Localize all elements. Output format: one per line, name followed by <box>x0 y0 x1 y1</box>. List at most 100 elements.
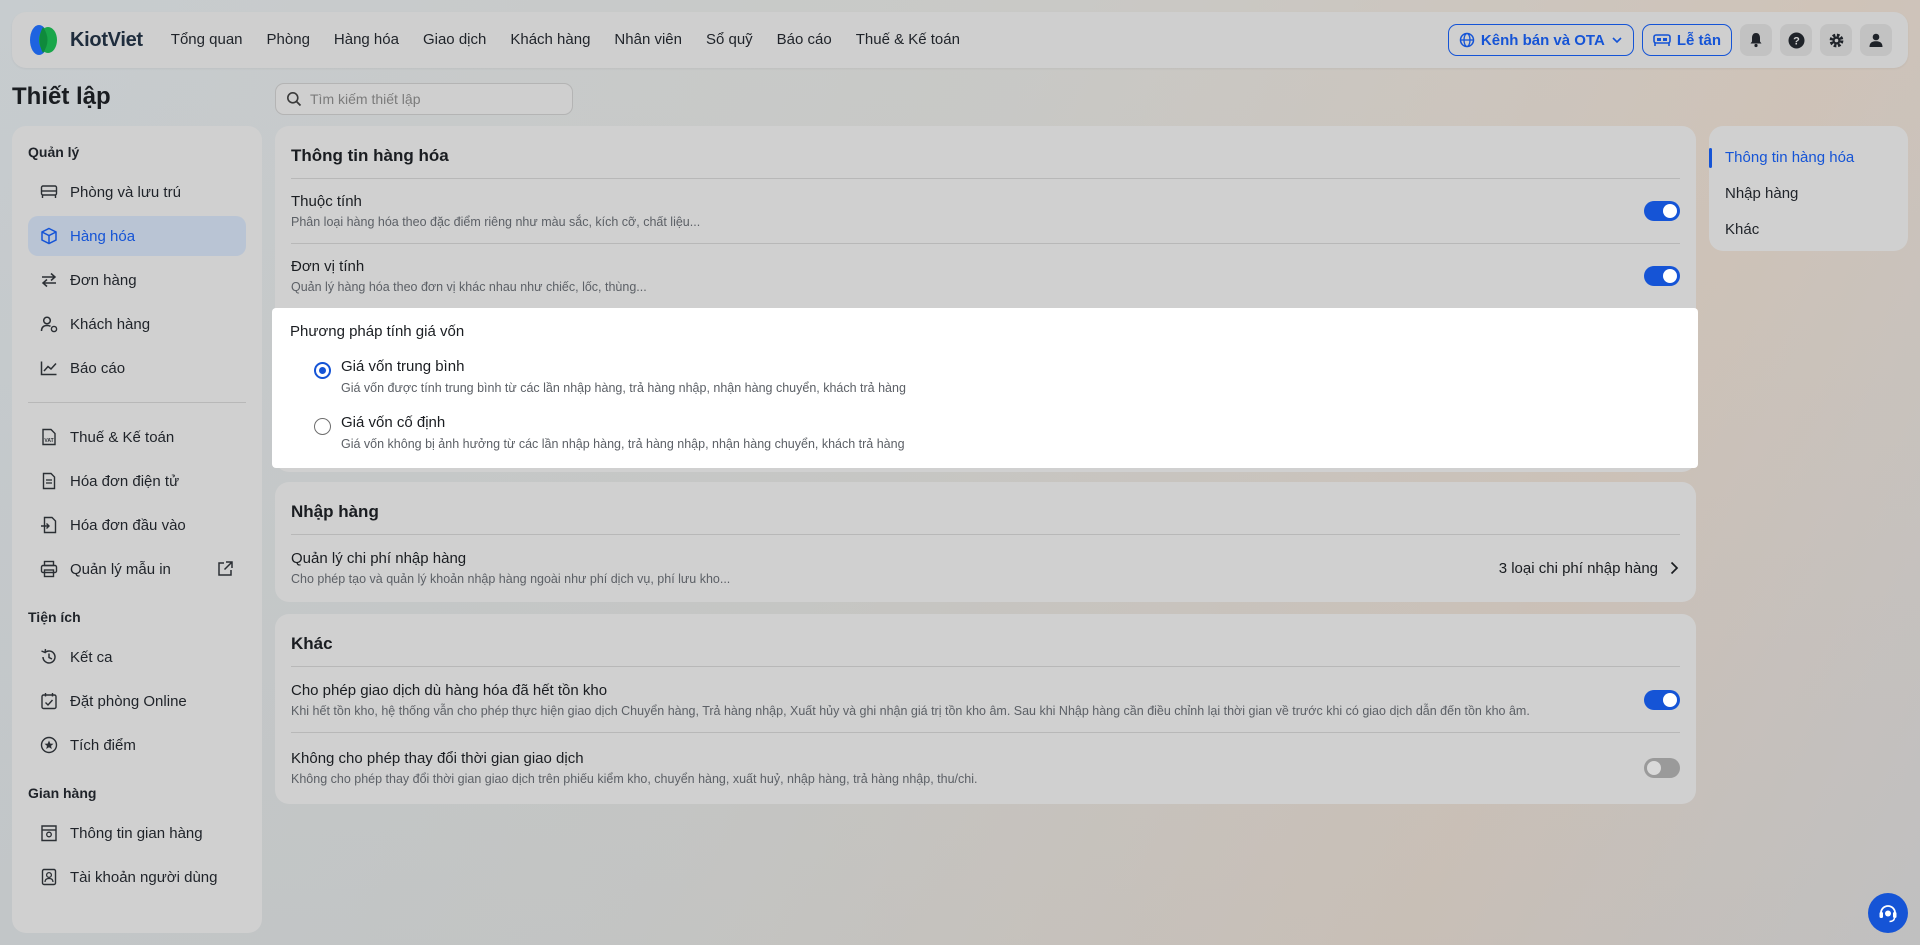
main-nav: Tổng quan Phòng Hàng hóa Giao dịch Khách… <box>159 12 972 68</box>
logo[interactable]: KiotViet <box>28 23 143 57</box>
sidebar-item-input-invoice[interactable]: Hóa đơn đầu vào <box>28 505 246 545</box>
nav-rooms[interactable]: Phòng <box>255 12 322 68</box>
lock-time-row: Không cho phép thay đổi thời gian giao d… <box>291 733 1680 802</box>
notification-button[interactable] <box>1740 24 1772 56</box>
other-card: Khác Cho phép giao dịch dù hàng hóa đã h… <box>275 614 1696 804</box>
help-button[interactable]: ? <box>1780 24 1812 56</box>
allow-oos-desc: Khi hết tồn kho, hệ thống vẫn cho phép t… <box>291 703 1530 718</box>
nav-reports[interactable]: Báo cáo <box>765 12 844 68</box>
toc-import[interactable]: Nhập hàng <box>1709 176 1908 212</box>
other-title: Khác <box>291 634 333 653</box>
nav-staff[interactable]: Nhân viên <box>602 12 694 68</box>
vat-document-icon: VAT <box>42 428 56 446</box>
support-chat-button[interactable] <box>1868 893 1908 933</box>
document-import-icon <box>41 516 57 534</box>
units-toggle[interactable] <box>1644 266 1680 286</box>
reception-button[interactable]: Lễ tân <box>1641 24 1732 56</box>
nav-goods[interactable]: Hàng hóa <box>322 12 411 68</box>
user-id-icon <box>41 868 57 886</box>
toc-other[interactable]: Khác <box>1709 212 1908 248</box>
toggle-knob <box>1647 760 1661 775</box>
units-setting-row: Đơn vị tính Quản lý hàng hóa theo đơn vị… <box>291 244 1680 308</box>
option-desc: Giá vốn được tính trung bình từ các lần … <box>341 381 906 395</box>
external-link-icon[interactable] <box>216 560 234 578</box>
sidebar-item-label: Tích điểm <box>70 736 136 754</box>
goods-info-title: Thông tin hàng hóa <box>291 146 449 165</box>
sidebar-item-shift-close[interactable]: Kết ca <box>28 637 246 677</box>
sidebar-item-label: Hóa đơn điện tử <box>70 472 180 490</box>
lock-time-desc: Không cho phép thay đổi thời gian giao d… <box>291 771 978 786</box>
sidebar-item-label: Tài khoản người dùng <box>70 868 218 886</box>
nav-cashbook[interactable]: Sổ quỹ <box>694 12 765 68</box>
sidebar-item-label: Quản lý mẫu in <box>70 560 171 578</box>
channel-ota-label: Kênh bán và OTA <box>1480 31 1605 49</box>
import-title: Nhập hàng <box>291 502 379 521</box>
nav-overview[interactable]: Tổng quan <box>159 12 255 68</box>
sidebar-item-e-invoice[interactable]: Hóa đơn điện tử <box>28 461 246 501</box>
sidebar-item-store-info[interactable]: Thông tin gian hàng <box>28 813 246 853</box>
allow-oos-toggle[interactable] <box>1644 689 1680 710</box>
nav-customers[interactable]: Khách hàng <box>498 12 602 68</box>
units-desc: Quản lý hàng hóa theo đơn vị khác nhau n… <box>291 280 647 294</box>
sidebar-section-store: Gian hàng <box>28 785 97 801</box>
sidebar-item-rooms[interactable]: Phòng và lưu trú <box>28 172 246 212</box>
attributes-title: Thuộc tính <box>291 193 362 210</box>
sidebar-item-label: Hàng hóa <box>70 227 136 245</box>
import-cost-title: Quản lý chi phí nhập hàng <box>291 550 467 567</box>
sidebar-item-orders[interactable]: Đơn hàng <box>28 260 246 300</box>
units-title: Đơn vị tính <box>291 258 365 275</box>
kiotviet-logo-icon <box>30 25 57 55</box>
topbar-actions: Kênh bán và OTA Lễ tân ? <box>1447 24 1892 56</box>
support-agent-icon <box>1879 905 1897 923</box>
sidebar-item-tax-accounting[interactable]: VAT Thuế & Kế toán <box>28 417 246 457</box>
cost-method-option-fixed[interactable]: Giá vốn cố định Giá vốn không bị ảnh hưở… <box>314 414 905 451</box>
sidebar-item-label: Đơn hàng <box>70 271 137 289</box>
sidebar-item-online-booking[interactable]: Đặt phòng Online <box>28 681 246 721</box>
search-icon <box>287 92 302 107</box>
sidebar-item-reports[interactable]: Báo cáo <box>28 348 246 388</box>
channel-ota-button[interactable]: Kênh bán và OTA <box>1447 24 1634 56</box>
radio-average-cost[interactable] <box>314 362 331 379</box>
sidebar-section-utility: Tiện ích <box>28 609 81 625</box>
cost-method-option-average[interactable]: Giá vốn trung bình Giá vốn được tính tru… <box>314 358 906 395</box>
attributes-toggle[interactable] <box>1644 201 1680 221</box>
sidebar-item-label: Khách hàng <box>70 315 151 333</box>
gear-icon <box>1829 33 1843 47</box>
sidebar-item-print-templates[interactable]: Quản lý mẫu in <box>28 549 246 589</box>
sidebar-item-customers[interactable]: Khách hàng <box>28 304 246 344</box>
sidebar-item-goods[interactable]: Hàng hóa <box>28 216 246 256</box>
bell-icon <box>1750 33 1762 48</box>
user-settings-icon <box>40 316 58 333</box>
nav-tax-accounting[interactable]: Thuế & Kế toán <box>844 12 972 68</box>
allow-oos-row: Cho phép giao dịch dù hàng hóa đã hết tồ… <box>291 667 1680 732</box>
toc-goods-info[interactable]: Thông tin hàng hóa <box>1709 140 1908 176</box>
sidebar-item-label: Thuế & Kế toán <box>70 428 175 446</box>
lock-time-title: Không cho phép thay đổi thời gian giao d… <box>291 749 584 767</box>
radio-fixed-cost[interactable] <box>314 418 331 435</box>
settings-button[interactable] <box>1820 24 1852 56</box>
toggle-knob <box>1663 692 1677 707</box>
nav-transactions[interactable]: Giao dịch <box>411 12 498 68</box>
account-button[interactable] <box>1860 24 1892 56</box>
settings-sidebar: Quản lý Phòng và lưu trú Hàng hóa Đơn hà… <box>12 126 262 933</box>
search-input[interactable] <box>310 91 550 107</box>
sidebar-item-user-accounts[interactable]: Tài khoản người dùng <box>28 857 246 897</box>
settings-search[interactable] <box>275 83 573 115</box>
sidebar-item-label: Hóa đơn đầu vào <box>70 516 186 534</box>
import-cost-link[interactable]: 3 loại chi phí nhập hàng <box>1499 560 1680 577</box>
calendar-check-icon <box>41 693 57 710</box>
star-badge-icon <box>40 736 58 754</box>
lock-time-toggle[interactable] <box>1644 757 1680 778</box>
svg-text:?: ? <box>1793 35 1800 47</box>
cost-method-title: Phương pháp tính giá vốn <box>290 323 465 340</box>
attributes-desc: Phân loại hàng hóa theo đặc điểm riêng n… <box>291 215 701 229</box>
chevron-right-icon <box>1670 561 1679 575</box>
import-cost-value: 3 loại chi phí nhập hàng <box>1498 559 1658 577</box>
toggle-knob <box>1663 204 1677 218</box>
history-icon <box>41 648 56 664</box>
import-cost-row[interactable]: Quản lý chi phí nhập hàng Cho phép tạo v… <box>291 535 1680 601</box>
option-label: Giá vốn trung bình <box>341 358 465 375</box>
sidebar-item-loyalty-points[interactable]: Tích điểm <box>28 725 246 765</box>
import-card: Nhập hàng Quản lý chi phí nhập hàng Cho … <box>275 482 1696 602</box>
svg-text:VAT: VAT <box>44 438 53 444</box>
